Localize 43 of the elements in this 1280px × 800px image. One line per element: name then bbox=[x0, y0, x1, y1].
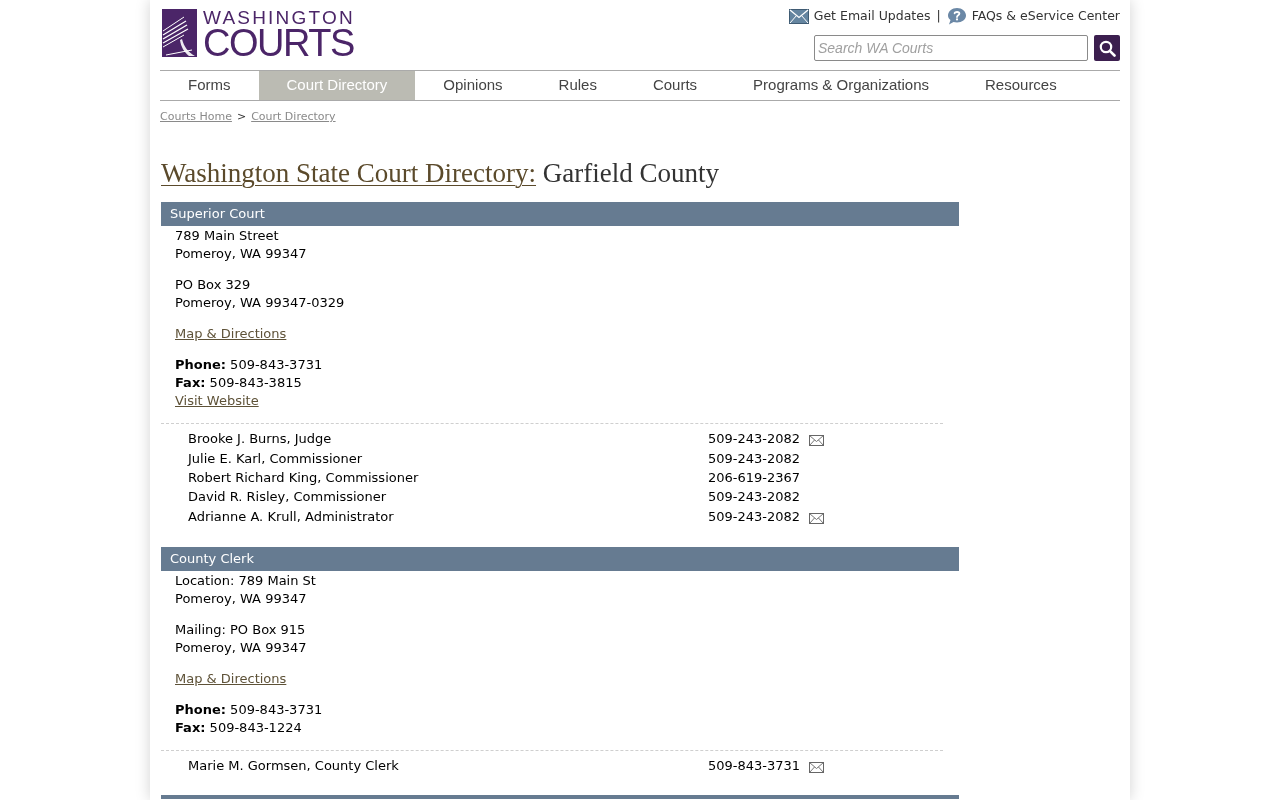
section-header: County Clerk bbox=[161, 547, 959, 571]
contact-name: Marie M. Gormsen, County Clerk bbox=[188, 757, 399, 773]
contact-name: Robert Richard King, Commissioner bbox=[188, 469, 419, 485]
logo-link[interactable]: WASHINGTON COURTS bbox=[162, 9, 355, 60]
section-header: Superior Court bbox=[161, 202, 959, 226]
help-icon bbox=[946, 7, 967, 25]
faq-link[interactable]: FAQs & eService Center bbox=[946, 7, 1120, 25]
website-link[interactable]: Visit Website bbox=[175, 392, 259, 410]
phone-text: Phone: 509-843-3731 bbox=[175, 701, 323, 719]
email-icon[interactable] bbox=[809, 761, 825, 773]
address-text: PO Box 329 Pomeroy, WA 99347-0329 bbox=[175, 276, 345, 312]
contact-phone: 509-243-2082 bbox=[708, 507, 801, 526]
county-name: Garfield County bbox=[542, 158, 719, 188]
fax-text: Fax: 509-843-3815 bbox=[175, 374, 302, 392]
breadcrumb-link[interactable]: Courts Home bbox=[160, 110, 232, 124]
search-button[interactable] bbox=[1094, 35, 1120, 61]
search-icon bbox=[1098, 39, 1116, 57]
contact-name: Julie E. Karl, Commissioner bbox=[188, 450, 363, 466]
search-field[interactable]: Search WA Courts bbox=[814, 35, 1088, 61]
address-text: Mailing: PO Box 915 Pomeroy, WA 99347 bbox=[175, 621, 307, 657]
phone-text: Phone: 509-843-3731 bbox=[175, 356, 323, 374]
contact-phone: 509-243-2082 bbox=[708, 429, 801, 448]
map-directions-link[interactable]: Map & Directions bbox=[175, 670, 287, 688]
contact-phone: 206-619-2367 bbox=[708, 468, 801, 487]
fax-text: Fax: 509-843-1224 bbox=[175, 719, 302, 737]
emblem-icon bbox=[162, 9, 197, 57]
breadcrumb-link[interactable]: Court Directory bbox=[251, 110, 336, 124]
address-text: 789 Main Street Pomeroy, WA 99347 bbox=[175, 227, 307, 263]
directory-link[interactable]: Washington State Court Directory: bbox=[161, 158, 536, 188]
contact-phone: 509-243-2082 bbox=[708, 449, 801, 468]
link-separator: | bbox=[936, 7, 941, 25]
contact-name: Adrianne A. Krull, Administrator bbox=[188, 508, 394, 524]
contact-name: Brooke J. Burns, Judge bbox=[188, 430, 332, 446]
contact-name: David R. Risley, Commissioner bbox=[188, 488, 387, 504]
envelope-icon bbox=[788, 8, 809, 24]
email-updates-link[interactable]: Get Email Updates bbox=[788, 7, 931, 25]
email-icon[interactable] bbox=[809, 434, 825, 446]
map-directions-link[interactable]: Map & Directions bbox=[175, 325, 287, 343]
contact-phone: 509-843-3731 bbox=[708, 756, 801, 775]
email-icon[interactable] bbox=[809, 512, 825, 524]
address-text: Location: 789 Main St Pomeroy, WA 99347 bbox=[175, 572, 316, 608]
contact-phone: 509-243-2082 bbox=[708, 487, 801, 506]
breadcrumb-separator: > bbox=[236, 110, 247, 124]
